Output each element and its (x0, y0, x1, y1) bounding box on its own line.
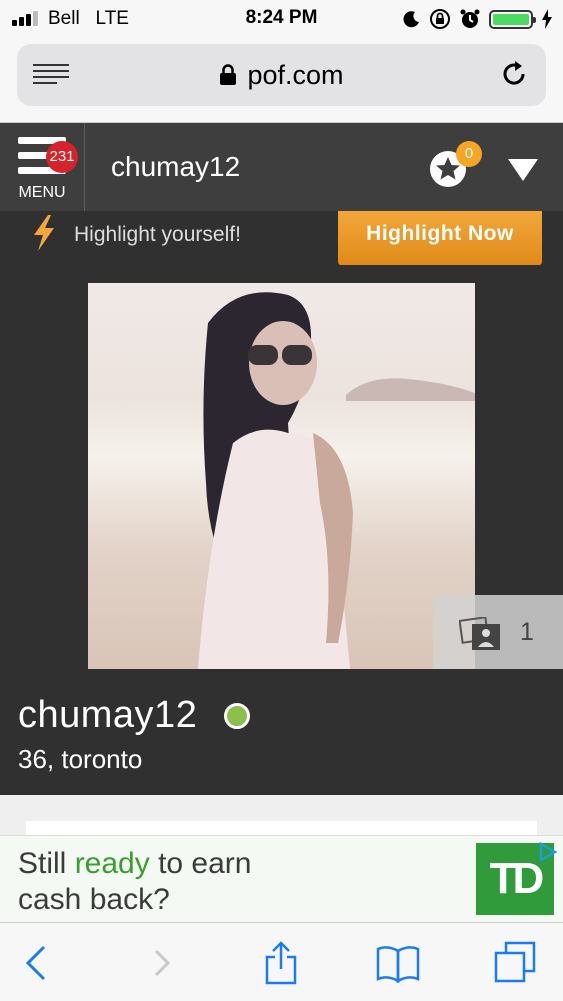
header-username[interactable]: chumay12 (111, 151, 240, 183)
lock-icon (220, 64, 237, 85)
url-domain[interactable]: pof.com (17, 60, 546, 91)
photo-stack-icon (459, 617, 500, 650)
forward-icon[interactable] (140, 941, 184, 985)
notification-badge: 0 (456, 141, 482, 167)
address-bar[interactable]: pof.com (17, 44, 546, 106)
bookmarks-icon[interactable] (376, 941, 420, 985)
photo-count: 1 (520, 618, 534, 646)
highlight-prompt: Highlight yourself! (74, 223, 241, 246)
battery-icon (489, 9, 536, 29)
browser-url-area: pof.com (0, 38, 563, 123)
profile-photo-image (88, 283, 475, 669)
status-icons (403, 7, 553, 31)
online-status-indicator (224, 703, 250, 729)
share-icon[interactable] (259, 941, 303, 985)
photo-count-badge[interactable]: 1 (433, 595, 563, 669)
profile-age-location: 36, toronto (18, 744, 143, 774)
reload-icon[interactable] (498, 58, 530, 90)
back-icon[interactable] (16, 941, 60, 985)
app-header: 231 MENU chumay12 0 (0, 123, 563, 211)
profile-name: chumay12 (18, 694, 198, 736)
charging-icon (542, 9, 552, 29)
status-bar: Bell LTE 8:24 PM (0, 0, 563, 38)
dropdown-arrow-icon[interactable] (508, 159, 538, 181)
browser-toolbar (0, 922, 563, 1001)
highlight-now-button[interactable]: Highlight Now (338, 211, 542, 265)
profile-section: Highlight yourself! Highlight Now 1 chum… (0, 211, 563, 795)
menu-notification-badge: 231 (46, 141, 78, 173)
orientation-lock-icon (430, 9, 450, 29)
profile-photo[interactable] (88, 283, 475, 669)
menu-button[interactable]: 231 MENU (0, 123, 85, 211)
moon-icon (403, 11, 419, 28)
lightning-icon (34, 215, 54, 251)
ad-choices-icon[interactable] (537, 842, 557, 862)
ad-text: Still ready to earn cash back? (18, 847, 252, 916)
alarm-icon (460, 9, 480, 28)
ad-banner[interactable]: Still ready to earn cash back? TD (0, 835, 563, 923)
tabs-icon[interactable] (494, 941, 538, 985)
menu-label: MENU (18, 184, 66, 201)
